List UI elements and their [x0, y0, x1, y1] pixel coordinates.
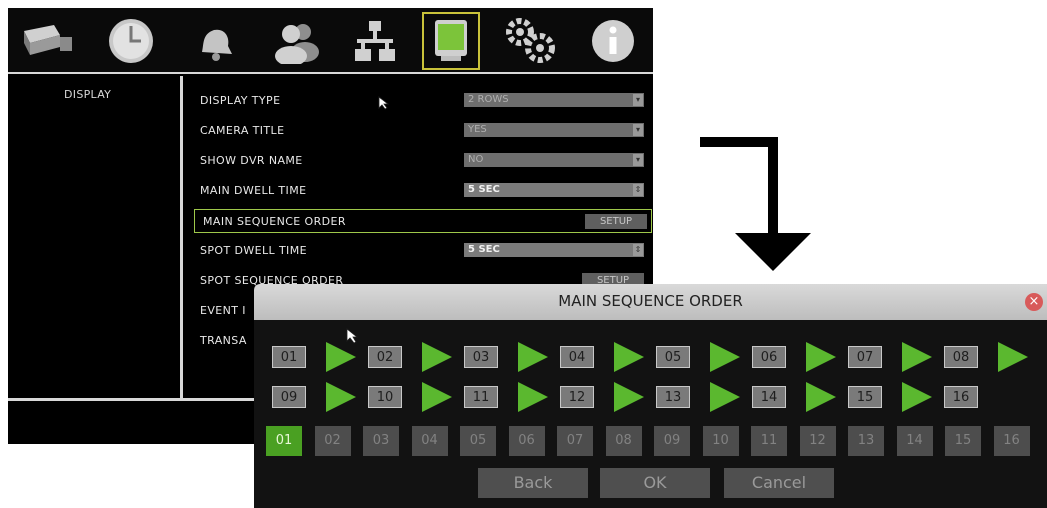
sequence-slot[interactable]: 13 [656, 386, 690, 408]
chevron-down-icon: ▾ [633, 94, 643, 106]
channel-button[interactable]: 03 [363, 426, 399, 456]
setting-row-camera-title[interactable]: CAMERA TITLE YES ▾ [192, 119, 647, 143]
mouse-cursor-icon [378, 96, 390, 110]
channel-button[interactable]: 15 [945, 426, 981, 456]
sequence-slot[interactable]: 04 [560, 346, 594, 368]
play-arrow-icon [902, 342, 932, 372]
setting-label: SPOT DWELL TIME [200, 244, 307, 257]
setting-row-main-dwell-time[interactable]: MAIN DWELL TIME 5 SEC ⇕ [192, 179, 647, 203]
sequence-slot[interactable]: 01 [272, 346, 306, 368]
play-arrow-icon [998, 342, 1028, 372]
play-arrow-icon [614, 342, 644, 372]
play-arrow-icon [902, 382, 932, 412]
channel-button[interactable]: 07 [557, 426, 593, 456]
back-button[interactable]: Back [478, 468, 588, 498]
chevron-down-icon: ▾ [633, 124, 643, 136]
arrow-connector [700, 137, 778, 147]
play-arrow-icon [806, 382, 836, 412]
arrow-down-icon [735, 233, 811, 271]
main-sequence-setup-button[interactable]: SETUP [585, 214, 647, 229]
play-arrow-icon [710, 342, 740, 372]
channel-button[interactable]: 06 [508, 426, 545, 456]
chevron-down-icon: ▾ [633, 154, 643, 166]
setting-row-show-dvr-name[interactable]: SHOW DVR NAME NO ▾ [192, 149, 647, 173]
sequence-slot[interactable]: 05 [656, 346, 690, 368]
bell-icon[interactable] [188, 14, 242, 68]
arrow-connector [768, 137, 778, 233]
channel-button[interactable]: 02 [314, 426, 351, 456]
sequence-slot[interactable]: 14 [752, 386, 786, 408]
stepper-icon: ⇕ [633, 244, 643, 256]
play-arrow-icon [710, 382, 740, 412]
setting-label: TRANSA [200, 334, 247, 347]
channel-button[interactable]: 04 [411, 426, 448, 456]
setting-label: EVENT I [200, 304, 246, 317]
channel-button[interactable]: 10 [702, 426, 739, 456]
play-arrow-icon [614, 382, 644, 412]
setting-label: MAIN DWELL TIME [200, 184, 307, 197]
channel-button[interactable]: 11 [751, 426, 787, 456]
sequence-slot[interactable]: 15 [848, 386, 882, 408]
play-arrow-icon [326, 382, 356, 412]
play-arrow-icon [806, 342, 836, 372]
setting-label: CAMERA TITLE [200, 124, 285, 137]
sequence-slot[interactable]: 07 [848, 346, 882, 368]
setting-row-spot-dwell-time[interactable]: SPOT DWELL TIME 5 SEC ⇕ [192, 239, 647, 263]
info-icon[interactable] [586, 14, 640, 68]
play-arrow-icon [326, 342, 356, 372]
ok-button[interactable]: OK [600, 468, 710, 498]
channel-button[interactable]: 09 [654, 426, 690, 456]
play-arrow-icon [518, 382, 548, 412]
sequence-slot[interactable]: 12 [560, 386, 594, 408]
main-sequence-order-dialog: MAIN SEQUENCE ORDER × Back OK Cancel 01 0… [254, 284, 1047, 508]
channel-button[interactable]: 05 [460, 426, 496, 456]
main-dwell-time-stepper[interactable]: 5 SEC ⇕ [464, 183, 644, 197]
gears-icon[interactable] [504, 14, 558, 68]
sidebar-item-display[interactable]: DISPLAY [64, 88, 111, 101]
channel-button[interactable]: 16 [993, 426, 1030, 456]
camera-title-select[interactable]: YES ▾ [464, 123, 644, 137]
camera-icon[interactable] [22, 14, 76, 68]
display-type-select[interactable]: 2 ROWS ▾ [464, 93, 644, 107]
display-icon[interactable] [422, 12, 480, 70]
setting-row-display-type[interactable]: DISPLAY TYPE 2 ROWS ▾ [192, 89, 647, 113]
sequence-slot[interactable]: 11 [464, 386, 498, 408]
spot-dwell-time-stepper[interactable]: 5 SEC ⇕ [464, 243, 644, 257]
users-icon[interactable] [270, 14, 324, 68]
dialog-title: MAIN SEQUENCE ORDER [558, 292, 743, 310]
play-arrow-icon [422, 342, 452, 372]
cancel-button[interactable]: Cancel [724, 468, 834, 498]
channel-button[interactable]: 01 [266, 426, 302, 456]
setting-label: MAIN SEQUENCE ORDER [203, 215, 346, 228]
sequence-slot[interactable]: 08 [944, 346, 978, 368]
play-arrow-icon [518, 342, 548, 372]
sequence-slot[interactable]: 02 [368, 346, 402, 368]
sequence-slot[interactable]: 16 [944, 386, 978, 408]
play-arrow-icon [422, 382, 452, 412]
setting-label: DISPLAY TYPE [200, 94, 281, 107]
settings-sidebar: DISPLAY [8, 76, 183, 398]
clock-icon[interactable] [104, 14, 158, 68]
channel-button[interactable]: 14 [896, 426, 933, 456]
setting-label: SHOW DVR NAME [200, 154, 303, 167]
channel-button[interactable]: 12 [799, 426, 836, 456]
setting-row-main-sequence-order[interactable]: MAIN SEQUENCE ORDER SETUP [194, 209, 652, 233]
network-icon[interactable] [348, 14, 402, 68]
channel-button[interactable]: 08 [605, 426, 642, 456]
stepper-icon: ⇕ [633, 184, 643, 196]
close-icon[interactable]: × [1025, 293, 1043, 311]
channel-button[interactable]: 13 [848, 426, 884, 456]
sequence-slot[interactable]: 06 [752, 346, 786, 368]
sequence-slot[interactable]: 10 [368, 386, 402, 408]
menu-toolbar [8, 8, 653, 74]
sequence-slot[interactable]: 09 [272, 386, 306, 408]
dialog-title-bar: MAIN SEQUENCE ORDER × [254, 284, 1047, 320]
show-dvr-name-select[interactable]: NO ▾ [464, 153, 644, 167]
sequence-slot[interactable]: 03 [464, 346, 498, 368]
